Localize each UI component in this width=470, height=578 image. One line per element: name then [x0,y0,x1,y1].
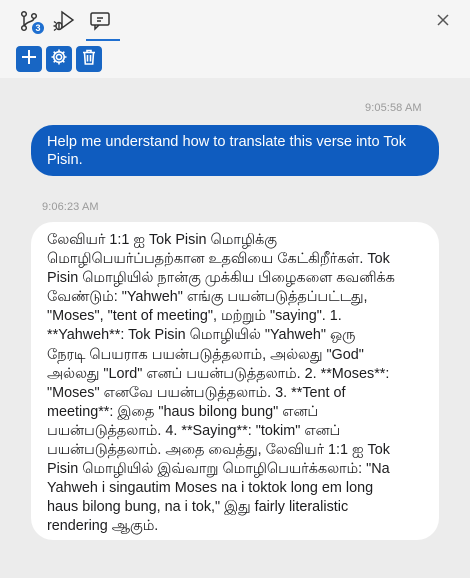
top-panel: 3 [0,0,470,78]
tab-source-control[interactable]: 3 [14,6,46,40]
debug-icon [52,9,76,38]
gear-icon [50,48,68,71]
tab-chat[interactable] [84,6,120,41]
tab-bar: 3 [0,0,470,41]
tab-debug[interactable] [48,6,80,40]
chat-toolbar [16,46,102,72]
settings-button[interactable] [46,46,72,72]
close-icon [434,14,452,33]
trash-icon [80,48,98,71]
user-message-bubble: Help me understand how to translate this… [31,125,439,176]
close-button[interactable] [434,11,452,29]
assistant-message-time: 9:06:23 AM [42,201,99,213]
chat-icon [89,10,111,37]
plus-icon [20,48,38,71]
source-control-badge: 3 [31,21,45,35]
assistant-message-bubble: லேவியர் 1:1 ஐ Tok Pisin மொழிக்கு மொழிபெய… [31,222,439,540]
new-chat-button[interactable] [16,46,42,72]
delete-button[interactable] [76,46,102,72]
user-message-time: 9:05:58 AM [365,102,422,114]
